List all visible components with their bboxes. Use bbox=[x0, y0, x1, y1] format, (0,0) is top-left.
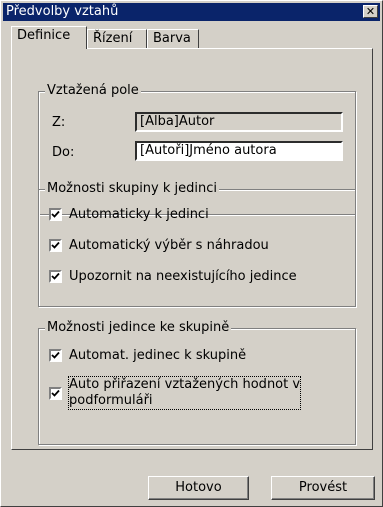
title-bar: Předvolby vztahů ✕ bbox=[3, 3, 380, 21]
tab-label: Barva bbox=[153, 31, 191, 46]
group-title: Možnosti skupiny k jedinci bbox=[45, 181, 220, 197]
done-button[interactable]: Hotovo bbox=[148, 476, 249, 500]
group-to-individual-group: Možnosti skupiny k jedinci Automaticky k… bbox=[38, 181, 356, 307]
checkbox[interactable] bbox=[49, 270, 62, 283]
checkbox[interactable] bbox=[49, 239, 62, 252]
tab-rizeni[interactable]: Řízení bbox=[87, 29, 147, 48]
option-label-line1: Auto přiřazení vztažených hodnot v bbox=[69, 377, 301, 392]
check-mark-icon bbox=[51, 351, 60, 359]
group-title: Vztažená pole bbox=[45, 83, 141, 99]
execute-button[interactable]: Provést bbox=[271, 476, 375, 500]
group-title: Možnosti jedince ke skupině bbox=[45, 320, 232, 336]
check-mark-icon bbox=[51, 272, 60, 280]
check-mark-icon bbox=[51, 389, 60, 397]
tab-label: Definice bbox=[17, 28, 71, 43]
tab-label: Řízení bbox=[93, 31, 133, 46]
checkbox[interactable] bbox=[49, 349, 62, 362]
checkbox[interactable] bbox=[49, 208, 62, 221]
from-value: [Alba]Autor bbox=[140, 114, 215, 129]
to-field[interactable]: [Autoři]Jméno autora bbox=[135, 141, 343, 161]
tab-barva[interactable]: Barva bbox=[147, 29, 199, 48]
from-label: Z: bbox=[52, 115, 66, 130]
check-mark-icon bbox=[51, 241, 60, 249]
tab-definice[interactable]: Definice bbox=[11, 26, 87, 49]
check-mark-icon bbox=[51, 210, 60, 218]
option-label: Auto přiřazení vztažených hodnot v podfo… bbox=[67, 376, 302, 410]
checkbox[interactable] bbox=[49, 387, 62, 400]
to-label: Do: bbox=[52, 145, 75, 160]
individual-to-group-group: Možnosti jedince ke skupině Automat. jed… bbox=[38, 320, 356, 445]
option-label: Automaticky k jedinci bbox=[69, 207, 209, 222]
window-title: Předvolby vztahů bbox=[6, 4, 119, 19]
dialog-window: Předvolby vztahů ✕ Definice Řízení Barva… bbox=[0, 0, 383, 507]
option-label: Upozornit na neexistujícího jedince bbox=[69, 269, 297, 284]
from-field: [Alba]Autor bbox=[135, 112, 343, 132]
option-label: Automatický výběr s náhradou bbox=[69, 238, 269, 253]
to-value: [Autoři]Jméno autora bbox=[140, 143, 277, 158]
option-label: Automat. jedinec k skupině bbox=[69, 348, 247, 363]
tab-panel: Vztažená pole Z: [Alba]Autor Do: [Autoři… bbox=[11, 48, 373, 450]
close-button[interactable]: ✕ bbox=[363, 5, 378, 18]
close-icon: ✕ bbox=[365, 5, 376, 18]
option-label-line2: podformuláři bbox=[69, 393, 153, 408]
